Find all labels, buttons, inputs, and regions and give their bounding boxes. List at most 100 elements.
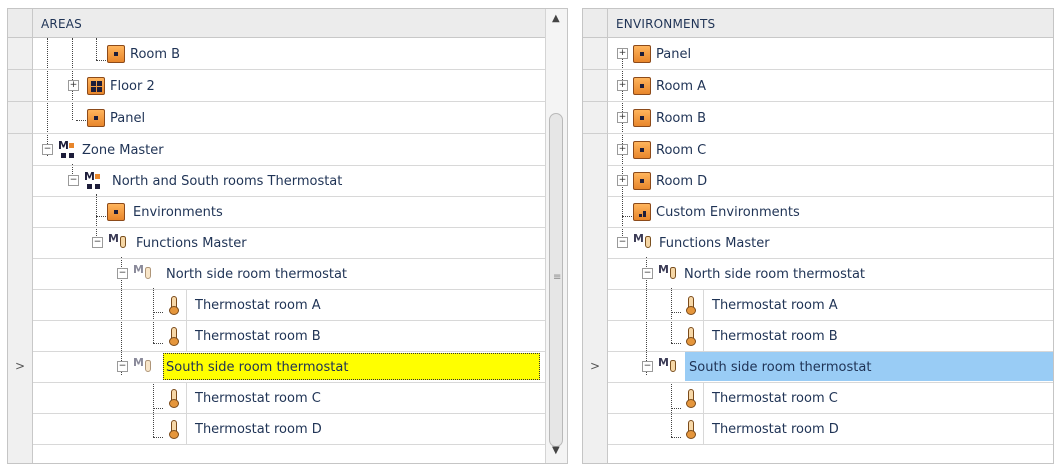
tree-row-empty <box>8 444 545 463</box>
tree-node-label: North side room thermostat <box>684 266 866 282</box>
tree-row[interactable]: Thermostat room C <box>583 382 1053 414</box>
collapse-icon[interactable]: − <box>642 361 653 372</box>
row-gutter <box>583 38 608 70</box>
row-gutter <box>8 444 33 463</box>
row-gutter <box>583 382 608 414</box>
floor-icon <box>87 77 105 95</box>
tree-row[interactable]: + Room B <box>583 102 1053 134</box>
tree-row[interactable]: + Floor 2 <box>8 70 545 102</box>
tree-node-label: Functions Master <box>659 235 770 251</box>
functions-master-icon: M <box>633 232 655 253</box>
expand-icon[interactable]: + <box>617 112 628 123</box>
tree-row[interactable]: Environments <box>8 196 545 228</box>
tree-node-label: North side room thermostat <box>166 266 348 282</box>
thermostat-function-icon: M <box>133 263 155 284</box>
collapse-icon[interactable]: − <box>617 237 628 248</box>
row-gutter <box>8 258 33 290</box>
tree-node-label: Thermostat room A <box>712 297 838 313</box>
row-gutter: > <box>583 351 608 383</box>
scrollbar-thumb[interactable]: ≡ <box>549 113 563 447</box>
tree-node-label: Thermostat room C <box>712 390 838 406</box>
row-gutter <box>583 165 608 197</box>
thermometer-icon <box>168 388 180 408</box>
tree-node-label: Thermostat room D <box>712 421 839 437</box>
row-gutter <box>583 289 608 321</box>
tree-row[interactable]: + Room C <box>583 134 1053 166</box>
tree-row[interactable]: Thermostat room D <box>8 413 545 445</box>
row-gutter <box>583 227 608 259</box>
tree-node-label: Room D <box>656 173 708 189</box>
expand-icon[interactable]: + <box>617 175 628 186</box>
row-gutter <box>8 70 33 102</box>
tree-node-label: South side room thermostat <box>689 359 872 375</box>
tree-row[interactable]: + Panel <box>583 38 1053 70</box>
environments-header: ENVIRONMENTS <box>583 9 1053 38</box>
scroll-up-arrow-icon[interactable]: ▲ <box>552 13 560 24</box>
tree-node-label: Functions Master <box>136 235 247 251</box>
tree-row[interactable]: Panel <box>8 102 545 134</box>
row-gutter <box>583 320 608 352</box>
tree-row[interactable]: Thermostat room A <box>583 289 1053 321</box>
tree-node-label: Room C <box>656 142 707 158</box>
row-gutter <box>8 382 33 414</box>
row-gutter <box>8 227 33 259</box>
thermostat-function-icon: M <box>658 356 680 377</box>
thermometer-icon <box>168 419 180 439</box>
tree-row[interactable]: Thermostat room A <box>8 289 545 321</box>
scroll-down-arrow-icon[interactable]: ▼ <box>552 445 560 456</box>
row-gutter <box>8 320 33 352</box>
tree-row[interactable]: + Room A <box>583 70 1053 102</box>
areas-header-title: AREAS <box>41 17 82 31</box>
tree-node-label: Panel <box>656 46 692 62</box>
tree-node-label: Panel <box>110 110 146 126</box>
expand-icon[interactable]: + <box>617 48 628 59</box>
custom-environment-icon <box>633 203 651 221</box>
tree-row[interactable]: + Room D <box>583 165 1053 197</box>
collapse-icon[interactable]: − <box>642 268 653 279</box>
room-icon <box>633 77 651 95</box>
tree-row[interactable]: Thermostat room B <box>583 320 1053 352</box>
tree-row-selected[interactable]: > − M South side room thermostat <box>8 351 545 383</box>
tree-node-label: Thermostat room D <box>195 421 322 437</box>
tree-row[interactable]: Room B <box>8 38 545 70</box>
thermometer-icon <box>685 388 697 408</box>
collapse-icon[interactable]: − <box>117 268 128 279</box>
tree-row[interactable]: − M North side room thermostat <box>8 258 545 290</box>
room-icon <box>107 45 125 63</box>
expand-icon[interactable]: + <box>617 144 628 155</box>
tree-row[interactable]: Thermostat room B <box>8 320 545 352</box>
tree-row[interactable]: − M North side room thermostat <box>583 258 1053 290</box>
tree-node-label: Zone Master <box>82 142 164 158</box>
collapse-icon[interactable]: − <box>92 237 103 248</box>
tree-row-selected[interactable]: > − M South side room thermostat <box>583 351 1053 383</box>
row-gutter <box>583 413 608 445</box>
master-icon: M <box>84 170 106 191</box>
areas-tree-panel[interactable]: AREAS Room B + Floor 2 Panel − M Zone Ma… <box>7 8 568 464</box>
environments-tree-panel[interactable]: ENVIRONMENTS + Panel + Room A + Room B +… <box>582 8 1054 464</box>
row-gutter <box>8 134 33 166</box>
row-gutter <box>8 165 33 197</box>
current-row-arrow-icon: > <box>15 359 26 373</box>
collapse-icon[interactable]: − <box>68 175 79 186</box>
tree-row[interactable]: Custom Environments <box>583 196 1053 228</box>
collapse-icon[interactable]: − <box>42 144 53 155</box>
tree-node-label: Room B <box>656 110 707 126</box>
header-gutter <box>8 9 33 38</box>
tree-row[interactable]: − M North and South rooms Thermostat <box>8 165 545 197</box>
tree-node-label: Floor 2 <box>110 78 155 94</box>
tree-row[interactable]: − M Zone Master <box>8 134 545 166</box>
row-gutter <box>583 258 608 290</box>
tree-row[interactable]: − M Functions Master <box>583 227 1053 259</box>
thermometer-icon <box>685 326 697 346</box>
expand-icon[interactable]: + <box>617 80 628 91</box>
tree-row-empty <box>583 444 1053 463</box>
tree-row[interactable]: Thermostat room C <box>8 382 545 414</box>
areas-header: AREAS <box>8 9 545 38</box>
collapse-icon[interactable]: − <box>117 361 128 372</box>
header-gutter <box>583 9 608 38</box>
vertical-scrollbar[interactable]: ▲ ≡ ▼ <box>545 9 567 463</box>
expand-icon[interactable]: + <box>68 80 79 91</box>
tree-row[interactable]: − M Functions Master <box>8 227 545 259</box>
room-icon <box>633 172 651 190</box>
tree-row[interactable]: Thermostat room D <box>583 413 1053 445</box>
